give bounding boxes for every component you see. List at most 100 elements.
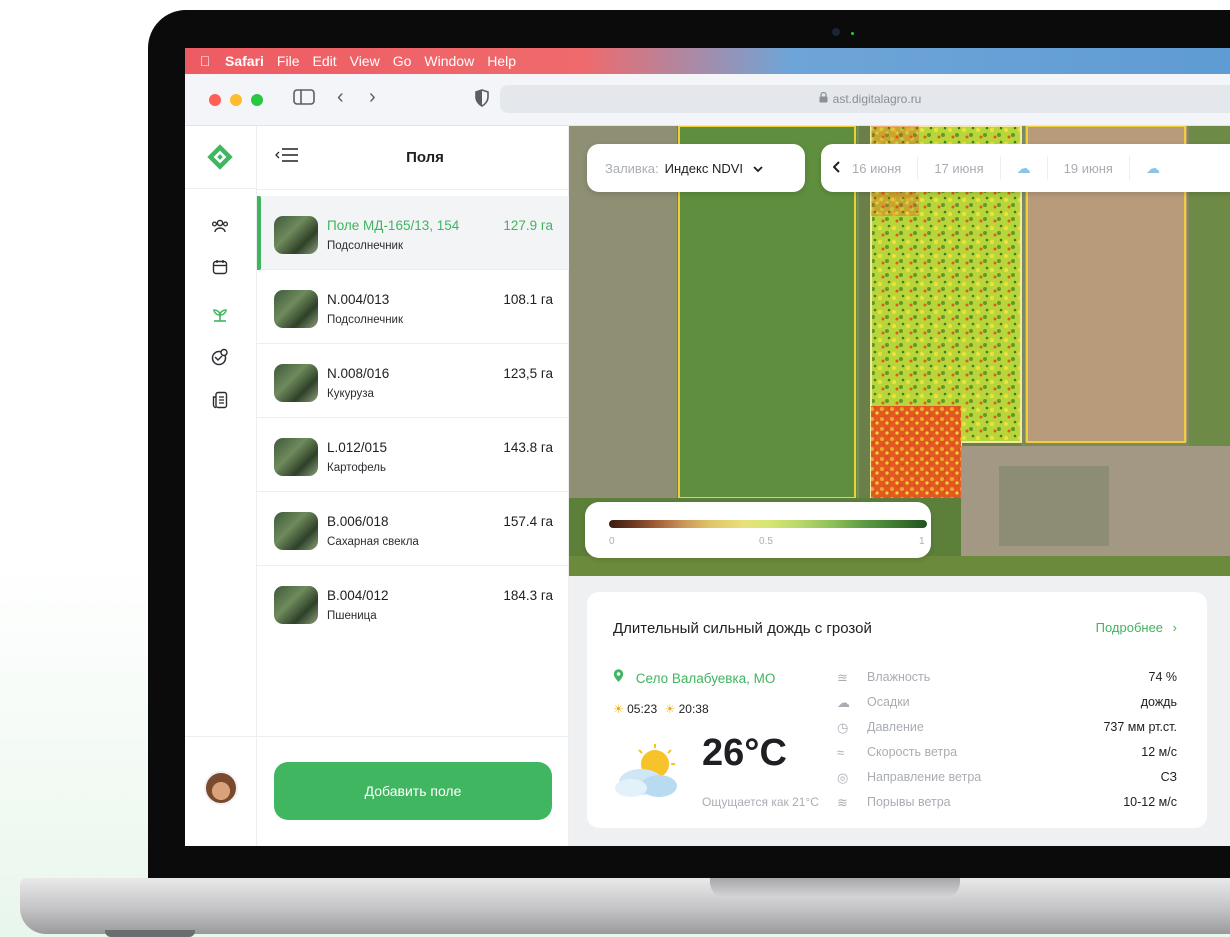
weather-card: Длительный сильный дождь с грозой Подроб… [587,592,1207,828]
detail-label: Осадки [867,695,910,709]
fill-selector[interactable]: Заливка: Индекс NDVI [587,144,805,192]
field-crop: Подсолнечник [327,314,404,326]
field-area: 143.8 га [503,440,553,455]
field-name: N.004/013 [327,292,390,307]
address-bar[interactable]: ast.digitalagro.ru [500,85,1230,113]
weather-detail-row: ≊ Влажность 74 % [837,670,1177,692]
field-name: N.008/016 [327,366,390,381]
weather-detail-row: ◷ Давление 737 мм рт.ст. [837,720,1177,742]
menu-go[interactable]: Go [393,53,412,69]
date-item[interactable]: 16 июня [852,156,917,180]
menu-help[interactable]: Help [487,53,516,69]
analytics-globe-icon[interactable] [209,348,231,370]
field-thumbnail [274,216,318,254]
apple-icon[interactable]:  [185,53,225,69]
field-item[interactable]: Поле МД-165/13, 154 Подсолнечник 127.9 г… [257,196,569,270]
weather-detail-row: ☁ Осадки дождь [837,695,1177,717]
user-avatar[interactable] [204,771,238,805]
app-sidebar-rail [185,126,257,846]
fill-value: Индекс NDVI [664,160,743,176]
cloudy-icon[interactable]: ☁ [999,156,1047,180]
field-thumbnail [274,586,318,624]
field-thumbnail [274,364,318,402]
prev-date-icon[interactable] [832,160,852,176]
fields-panel: Поля Поле МД-165/13, 154 Подсолнечник 12… [257,126,569,846]
field-name: B.006/018 [327,514,389,529]
detail-value: дождь [1140,695,1177,709]
detail-value: СЗ [1160,770,1177,784]
fields-sprout-icon[interactable] [209,307,231,329]
camera-indicator [851,32,854,35]
weather-area: Длительный сильный дождь с грозой Подроб… [569,576,1230,846]
ndvi-legend: 0 0.5 1 [585,502,931,558]
back-icon[interactable]: ‹ [337,86,344,109]
laptop-screen:  Safari File Edit View Go Window Help ‹… [185,48,1230,846]
field-area: 157.4 га [503,514,553,529]
app-logo[interactable] [207,144,233,170]
detail-value: 12 м/с [1141,745,1177,759]
detail-label: Порывы ветра [867,795,951,809]
field-item[interactable]: B.006/018 Сахарная свекла 157.4 га [257,492,569,566]
menu-window[interactable]: Window [424,53,474,69]
detail-label: Скорость ветра [867,745,958,759]
calendar-icon[interactable] [209,259,231,281]
menu-file[interactable]: File [277,53,300,69]
laptop-notch [710,878,960,898]
menu-safari[interactable]: Safari [225,53,264,69]
field-item[interactable]: N.008/016 Кукуруза 123,5 га [257,344,569,418]
field-thumbnail [274,290,318,328]
humidity-icon: ≊ [837,670,848,685]
field-crop: Пшеница [327,610,377,622]
field-crop: Подсолнечник [327,240,404,252]
sunset-time: 20:38 [678,702,709,716]
satellite-map[interactable]: Заливка: Индекс NDVI 16 июня 17 июня ☁ 1… [569,126,1230,576]
reports-icon[interactable] [209,391,231,413]
detail-value: 10-12 м/с [1123,795,1177,809]
fields-panel-header: Поля [257,126,569,190]
cloudy-icon[interactable]: ☁ [1128,156,1176,180]
close-window-button[interactable] [209,94,221,106]
url-text: ast.digitalagro.ru [832,92,922,106]
field-name: Поле МД-165/13, 154 [327,218,460,233]
camera [832,28,840,36]
macos-menubar:  Safari File Edit View Go Window Help [185,48,1230,74]
team-icon[interactable] [209,218,231,240]
date-item[interactable]: 17 июня [917,156,999,180]
wind-direction-icon: ◎ [837,770,849,785]
sunrise-time: 05:23 [627,702,658,716]
laptop-base [20,878,1230,934]
field-name: L.012/015 [327,440,388,455]
precipitation-icon: ☁ [837,695,850,710]
field-area: 123,5 га [503,366,553,381]
location-pin-icon [613,669,628,686]
field-thumbnail [274,438,318,476]
detail-value: 74 % [1148,670,1178,684]
privacy-shield-icon[interactable] [475,89,489,113]
detail-label: Давление [867,720,924,734]
lock-icon [819,91,828,106]
field-item[interactable]: N.004/013 Подсолнечник 108.1 га [257,270,569,344]
sidebar-toggle-icon[interactable] [293,88,315,112]
forward-icon[interactable]: › [369,86,376,109]
zoom-window-button[interactable] [251,94,263,106]
field-name: B.004/012 [327,588,389,603]
rail-divider-bottom [185,736,257,737]
more-link[interactable]: Подробнее › [1096,620,1177,635]
field-item[interactable]: B.004/012 Пшеница 184.3 га [257,566,569,640]
add-field-button[interactable]: Добавить поле [274,762,552,820]
legend-max: 1 [919,536,925,547]
legend-min: 0 [609,536,615,547]
legend-mid: 0.5 [759,536,773,547]
menu-edit[interactable]: Edit [312,53,336,69]
field-item[interactable]: L.012/015 Картофель 143.8 га [257,418,569,492]
field-crop: Сахарная свекла [327,536,419,548]
menu-view[interactable]: View [350,53,380,69]
date-item[interactable]: 19 июня [1046,156,1129,180]
field-crop: Кукуруза [327,388,374,400]
temperature: 26°C [702,732,787,774]
minimize-window-button[interactable] [230,94,242,106]
chevron-right-icon: › [1172,620,1177,635]
weather-detail-row: ≋ Порывы ветра 10-12 м/с [837,795,1177,817]
location-name: Село Валабуевка, МО [635,671,776,686]
feels-like: Ощущается как 21°C [702,795,819,809]
